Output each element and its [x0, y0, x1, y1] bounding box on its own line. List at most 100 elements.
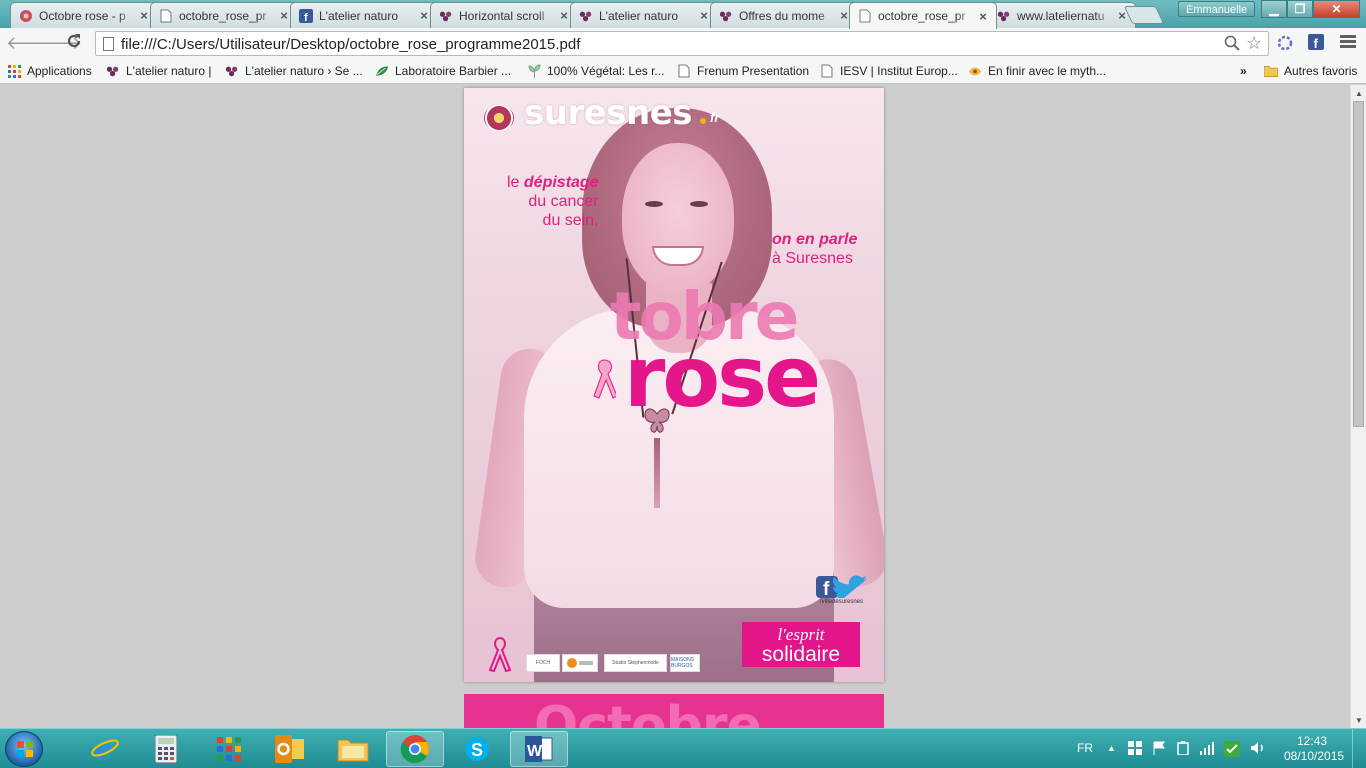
show-hidden-icons-icon[interactable]: ▲ — [1107, 743, 1116, 753]
calculator-icon — [155, 735, 177, 763]
bookmark-mythe[interactable]: En finir avec le myth... — [968, 62, 1106, 80]
taskbar-apps[interactable] — [200, 731, 258, 767]
close-icon[interactable]: × — [557, 8, 571, 23]
bookmark-barbier[interactable]: Laboratoire Barbier ... — [375, 62, 511, 80]
svg-text:S: S — [471, 740, 483, 760]
user-badge[interactable]: Emmanuelle — [1178, 1, 1256, 17]
action-center-icon[interactable] — [1128, 741, 1142, 758]
pdf-viewer[interactable]: suresnes fr le dépistage du cancer du se… — [0, 85, 1350, 728]
scroll-thumb[interactable] — [1353, 101, 1364, 427]
bookmark-applications[interactable]: Applications — [7, 62, 92, 80]
folder-icon — [1264, 64, 1278, 78]
outlook-icon — [275, 735, 304, 763]
back-button[interactable]: 🡐 — [6, 32, 54, 54]
photo-shape — [690, 201, 708, 207]
tagline-line: du cancer — [528, 193, 599, 210]
close-icon[interactable]: × — [697, 8, 711, 23]
volume-icon[interactable] — [1250, 741, 1266, 758]
windows-logo-icon — [17, 741, 33, 757]
tab-3[interactable]: Horizontal scroll × — [430, 2, 578, 28]
tab-6[interactable]: octobre_rose_pr × — [849, 2, 997, 29]
tab-7[interactable]: www.lateliernatu × — [988, 2, 1136, 28]
bookmark-iesv[interactable]: IESV | Institut Europ... — [820, 62, 958, 80]
bookmark-label: Autres favoris — [1284, 64, 1358, 78]
partner-logo-orange — [562, 654, 598, 672]
taskbar-outlook[interactable] — [261, 731, 319, 767]
close-icon[interactable]: × — [137, 8, 151, 23]
facebook-icon[interactable]: f — [1308, 34, 1326, 52]
reload-button[interactable] — [63, 32, 85, 54]
bookmark-atelier-2[interactable]: L'atelier naturo › Se ... — [225, 62, 363, 80]
sync-icon[interactable] — [1224, 741, 1240, 760]
facebook-icon: f — [299, 8, 313, 23]
show-desktop-button[interactable] — [1352, 729, 1366, 768]
tab-title: L'atelier naturo — [319, 8, 399, 23]
address-bar[interactable]: file:///C:/Users/Utilisateur/Desktop/oct… — [95, 31, 1269, 56]
taskbar-explorer[interactable] — [324, 731, 382, 767]
skype-icon: S — [465, 737, 489, 761]
tab-4[interactable]: L'atelier naturo × — [570, 2, 718, 28]
bookmark-label: L'atelier naturo › Se ... — [245, 64, 363, 78]
taskbar-skype[interactable]: S — [448, 731, 506, 767]
system-clock[interactable]: 12:43 08/10/2015 — [1284, 734, 1344, 764]
scroll-up-arrow-icon[interactable]: ▲ — [1355, 89, 1363, 98]
taskbar-ie[interactable]: e — [76, 731, 134, 767]
bookmark-folder-other[interactable]: Autres favoris — [1264, 62, 1357, 80]
url-text[interactable]: file:///C:/Users/Utilisateur/Desktop/oct… — [121, 36, 580, 53]
logo-suffix: fr — [710, 110, 720, 125]
tab-0[interactable]: Octobre rose - p × — [10, 2, 158, 28]
page-icon — [677, 64, 691, 78]
svg-text:e: e — [94, 734, 113, 764]
flag-icon[interactable] — [1152, 741, 1166, 758]
svg-text:W: W — [527, 743, 543, 760]
tagline-line: à Suresnes — [772, 250, 853, 267]
taskbar-chrome[interactable] — [386, 731, 444, 767]
language-indicator[interactable]: FR — [1077, 741, 1093, 755]
bookmarks-bar: Applications L'atelier naturo | L'atelie… — [0, 58, 1366, 84]
social-handle: /villedesuresnes — [820, 599, 864, 605]
bookmarks-overflow-button[interactable]: » — [1240, 62, 1247, 80]
taskbar-calculator[interactable] — [137, 731, 195, 767]
close-icon[interactable]: × — [417, 8, 431, 23]
tab-title: Offres du mome — [739, 8, 825, 23]
vertical-scrollbar[interactable]: ▲ ▼ — [1350, 85, 1366, 728]
bookmark-atelier-1[interactable]: L'atelier naturo | — [106, 62, 211, 80]
close-window-button[interactable]: ✕ — [1313, 0, 1360, 18]
close-icon[interactable]: × — [277, 8, 291, 23]
tab-5[interactable]: Offres du mome × — [710, 2, 858, 28]
scroll-down-arrow-icon[interactable]: ▼ — [1355, 716, 1363, 725]
tab-title: Octobre rose - p — [39, 8, 126, 23]
loading-extension-icon[interactable] — [1276, 34, 1294, 52]
tab-1[interactable]: octobre_rose_pr × — [150, 2, 298, 28]
bookmark-label: En finir avec le myth... — [988, 64, 1107, 78]
maximize-button[interactable]: ❐ — [1287, 0, 1313, 18]
photo-shape — [654, 438, 660, 508]
toolbar: 🡐 🡒 file:///C:/Users/Utilisateur/Desktop… — [0, 28, 1366, 58]
tagline-word: le — [507, 174, 520, 191]
pdf-page-2: Octobre — [464, 694, 884, 728]
bookmark-label: Laboratoire Barbier ... — [395, 64, 512, 78]
cancer-league-ribbon-icon — [486, 636, 514, 675]
ie-icon: e — [91, 734, 119, 764]
atelier-icon — [997, 9, 1011, 23]
star-icon[interactable]: ☆ — [1246, 33, 1262, 54]
minimize-button[interactable]: ▁ — [1261, 0, 1287, 18]
tagline-right: on en parle à Suresnes — [772, 230, 857, 268]
word-icon: W — [525, 736, 553, 762]
zoom-icon[interactable] — [1224, 35, 1240, 55]
forward-button[interactable]: 🡒 — [34, 32, 82, 54]
start-button[interactable] — [5, 731, 43, 767]
signal-icon[interactable] — [1200, 741, 1214, 758]
butterfly-pendant-icon — [642, 406, 672, 441]
plant-icon — [527, 64, 541, 78]
slogan-line-1: l'esprit — [777, 625, 825, 644]
chrome-icon — [400, 735, 429, 764]
device-icon[interactable] — [1176, 741, 1190, 758]
close-icon[interactable]: × — [976, 9, 990, 24]
bookmark-label: L'atelier naturo | — [126, 64, 212, 78]
bookmark-frenum[interactable]: Frenum Presentation — [677, 62, 809, 80]
bookmark-vegetal[interactable]: 100% Végétal: Les r... — [527, 62, 664, 80]
menu-button[interactable] — [1340, 35, 1356, 50]
tab-2[interactable]: f L'atelier naturo × — [290, 2, 438, 28]
taskbar-word[interactable]: W — [510, 731, 568, 767]
